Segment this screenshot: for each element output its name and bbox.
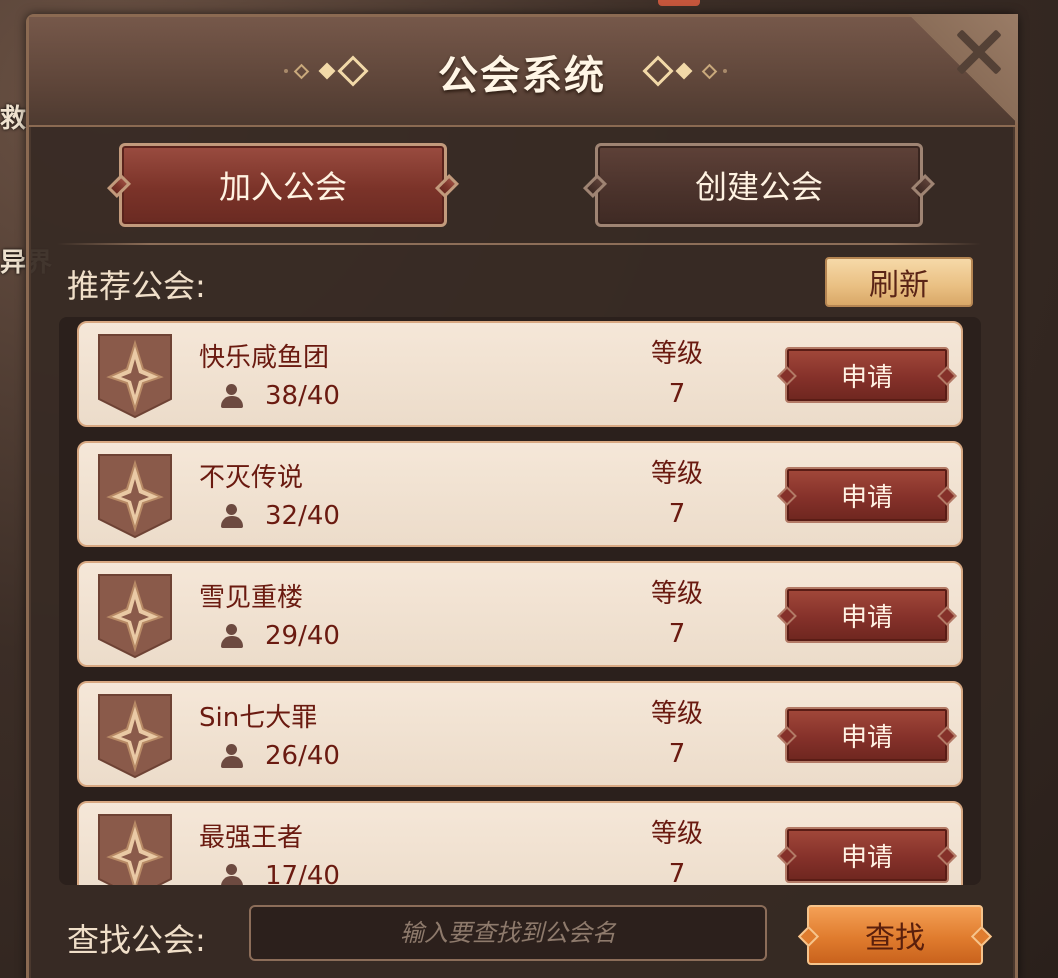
guild-name: 不灭传说 xyxy=(199,463,304,493)
guild-level-label: 等级 xyxy=(650,339,703,369)
guild-level-value: 7 xyxy=(668,619,686,649)
recommended-guilds-label: 推荐公会: xyxy=(67,267,206,305)
guild-member-count: 32/40 xyxy=(265,501,340,531)
background-text-1: 救 xyxy=(0,104,27,134)
guild-emblem-icon xyxy=(98,574,172,659)
guild-row: 雪见重楼 29/40 等级 7 申请 xyxy=(77,561,963,667)
join-guild-button[interactable]: 加入公会 xyxy=(106,143,460,227)
guild-members: 38/40 xyxy=(219,381,340,411)
background-badge xyxy=(658,0,700,6)
guild-members: 29/40 xyxy=(219,621,340,651)
guild-level-value: 7 xyxy=(668,499,686,529)
join-guild-label: 加入公会 xyxy=(218,168,347,206)
guild-name: Sin七大罪 xyxy=(199,703,318,733)
create-guild-button[interactable]: 创建公会 xyxy=(582,143,936,227)
guild-name: 快乐咸鱼团 xyxy=(199,343,330,373)
guild-row: 最强王者 17/40 等级 7 申请 xyxy=(77,801,963,885)
apply-button[interactable]: 申请 xyxy=(785,347,949,403)
title-bar: 公会系统 xyxy=(29,14,1018,127)
title-ornament-right xyxy=(642,54,730,88)
person-icon xyxy=(219,744,245,768)
guild-level-value: 7 xyxy=(668,859,686,885)
close-x-icon[interactable] xyxy=(947,21,1009,83)
person-icon xyxy=(219,624,245,648)
guild-emblem-icon xyxy=(98,814,172,885)
apply-button[interactable]: 申请 xyxy=(785,707,949,763)
guild-level-value: 7 xyxy=(668,739,686,769)
guild-member-count: 17/40 xyxy=(265,861,340,885)
guild-row: 快乐咸鱼团 38/40 等级 7 申请 xyxy=(77,321,963,427)
guild-level-label: 等级 xyxy=(650,579,703,609)
guild-name: 最强王者 xyxy=(199,823,304,853)
guild-level-value: 7 xyxy=(668,379,686,409)
guild-member-count: 38/40 xyxy=(265,381,340,411)
guild-name: 雪见重楼 xyxy=(199,583,304,613)
dialog-title: 公会系统 xyxy=(438,52,606,99)
person-icon xyxy=(219,864,245,885)
guild-level-label: 等级 xyxy=(650,819,703,849)
apply-button[interactable]: 申请 xyxy=(785,467,949,523)
create-guild-label: 创建公会 xyxy=(694,168,823,206)
search-guild-label: 查找公会: xyxy=(67,921,206,959)
guild-members: 26/40 xyxy=(219,741,340,771)
guild-members: 17/40 xyxy=(219,861,340,885)
apply-button[interactable]: 申请 xyxy=(785,827,949,883)
apply-button[interactable]: 申请 xyxy=(785,587,949,643)
guild-row: Sin七大罪 26/40 等级 7 申请 xyxy=(77,681,963,787)
section-divider xyxy=(57,243,981,245)
guild-member-count: 29/40 xyxy=(265,621,340,651)
person-icon xyxy=(219,384,245,408)
search-input[interactable] xyxy=(249,905,767,961)
person-icon xyxy=(219,504,245,528)
guild-list[interactable]: 快乐咸鱼团 38/40 等级 7 申请 不灭传说 32/40 等级 7 申请 雪见重楼 29/40 等级… xyxy=(59,317,981,885)
guild-system-dialog: 公会系统 加入公会 创建公会 推荐公会: 刷新 快乐咸鱼团 38/40 等级 7 申请不… xyxy=(26,14,1018,978)
guild-row: 不灭传说 32/40 等级 7 申请 xyxy=(77,441,963,547)
guild-member-count: 26/40 xyxy=(265,741,340,771)
game-screen: 救 异界 公会系统 加入公会 创建公会 推荐公会: 刷新 快乐咸鱼团38/ xyxy=(0,0,1058,978)
find-button[interactable]: 查找 xyxy=(807,905,983,965)
refresh-button[interactable]: 刷新 xyxy=(825,257,973,307)
guild-emblem-icon xyxy=(98,694,172,779)
guild-level-label: 等级 xyxy=(650,459,703,489)
guild-emblem-icon xyxy=(98,454,172,539)
guild-emblem-icon xyxy=(98,334,172,419)
guild-members: 32/40 xyxy=(219,501,340,531)
guild-level-label: 等级 xyxy=(650,699,703,729)
